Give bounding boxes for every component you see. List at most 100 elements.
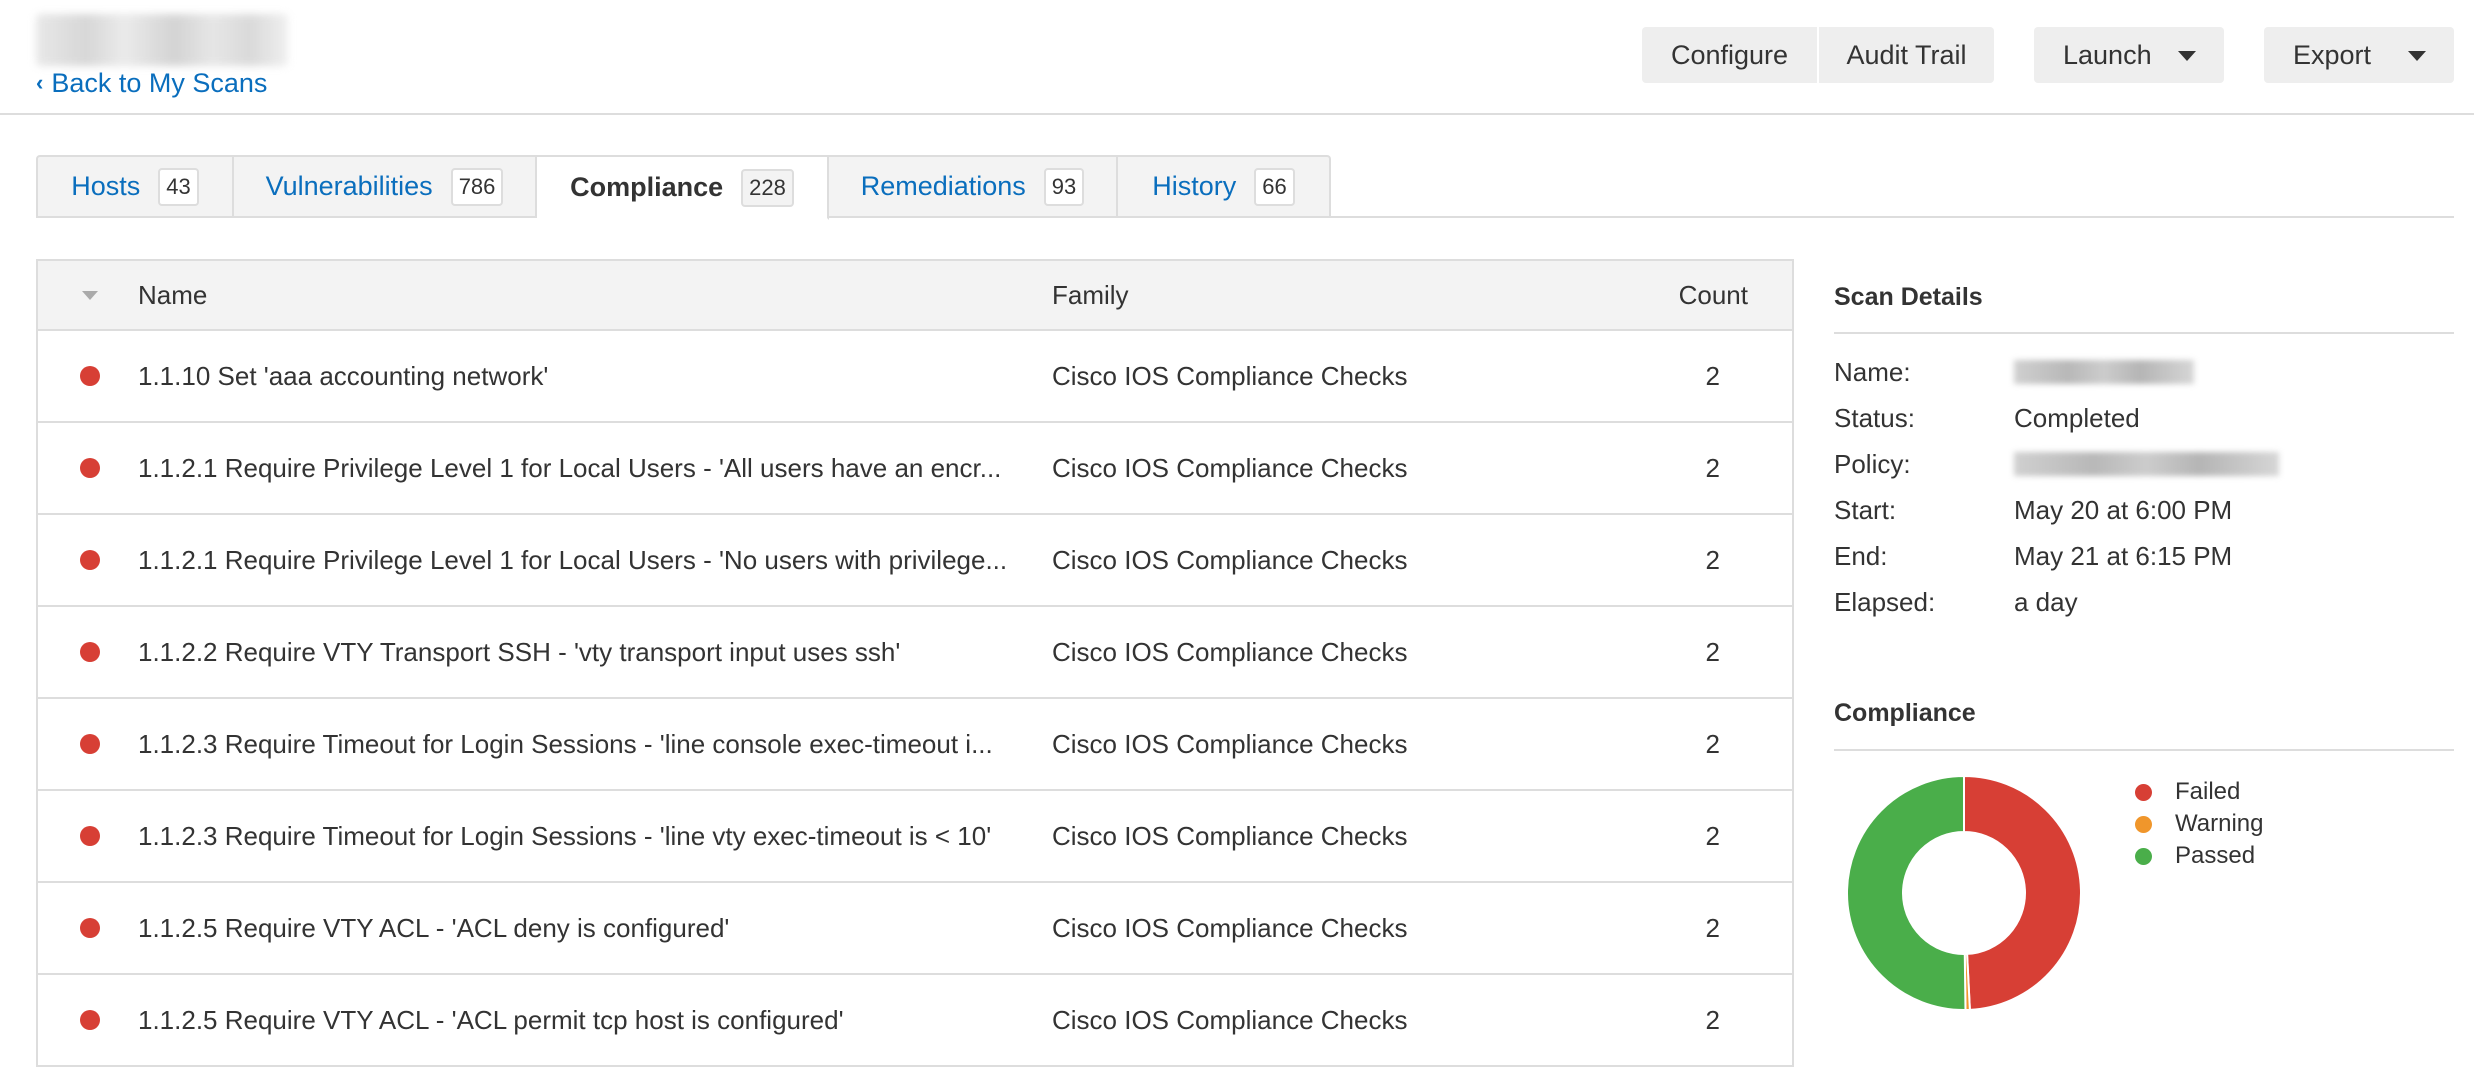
check-name: 1.1.10 Set 'aaa accounting network' (138, 360, 549, 391)
header-divider (0, 113, 2474, 115)
detail-label: Status: (1834, 402, 1915, 433)
detail-row-name: Name: (1834, 349, 2194, 395)
audit-trail-button[interactable]: Audit Trail (1819, 27, 1994, 83)
compliance-donut-chart (1846, 775, 2082, 1011)
legend-dot-icon (2135, 847, 2152, 865)
donut-slice-passed[interactable] (1846, 775, 1967, 1011)
status-failed-dot-icon (80, 550, 100, 570)
tab-label: Hosts (71, 171, 141, 201)
legend-dot-icon (2135, 783, 2152, 801)
column-header-count[interactable]: Count (1679, 261, 1748, 329)
table-row[interactable]: 1.1.2.3 Require Timeout for Login Sessio… (38, 791, 1792, 883)
compliance-chart-title: Compliance (1834, 699, 1976, 727)
tab-label: Remediations (860, 171, 1026, 201)
check-name: 1.1.2.2 Require VTY Transport SSH - 'vty… (138, 636, 901, 667)
status-failed-dot-icon (80, 826, 100, 846)
donut-slice-failed[interactable] (1963, 775, 2082, 1011)
check-count: 2 (1705, 820, 1720, 851)
check-family: Cisco IOS Compliance Checks (1052, 820, 1408, 851)
check-name: 1.1.2.3 Require Timeout for Login Sessio… (138, 820, 992, 851)
configure-button[interactable]: Configure (1642, 27, 1817, 83)
check-count: 2 (1705, 912, 1720, 943)
compliance-divider (1834, 749, 2454, 751)
tab-count-badge: 43 (158, 167, 199, 206)
table-body: 1.1.10 Set 'aaa accounting network' Cisc… (38, 331, 1792, 1067)
detail-value: a day (2014, 586, 2078, 617)
table-header: Name Family Count (38, 261, 1792, 331)
back-to-my-scans-link[interactable]: ‹ Back to My Scans (36, 68, 267, 99)
detail-value: May 20 at 6:00 PM (2014, 494, 2233, 525)
tab-vulnerabilities[interactable]: Vulnerabilities 786 (234, 155, 537, 218)
launch-label: Launch (2063, 39, 2152, 70)
table-row[interactable]: 1.1.2.1 Require Privilege Level 1 for Lo… (38, 423, 1792, 515)
launch-dropdown-button[interactable]: Launch (2034, 27, 2224, 83)
compliance-table: Name Family Count 1.1.10 Set 'aaa accoun… (36, 259, 1794, 1067)
legend-item-failed[interactable]: Failed (2130, 776, 2263, 808)
check-count: 2 (1705, 452, 1720, 483)
table-row[interactable]: 1.1.10 Set 'aaa accounting network' Cisc… (38, 331, 1792, 423)
tab-count-badge: 786 (450, 167, 504, 206)
legend-item-warning[interactable]: Warning (2130, 808, 2263, 840)
detail-label: Elapsed: (1834, 586, 1936, 617)
scan-details-title: Scan Details (1834, 283, 1983, 311)
check-family: Cisco IOS Compliance Checks (1052, 360, 1408, 391)
tab-compliance[interactable]: Compliance 228 (537, 155, 829, 220)
tab-history[interactable]: History 66 (1118, 155, 1331, 218)
detail-row-policy: Policy: (1834, 441, 2279, 487)
check-count: 2 (1705, 360, 1720, 391)
table-row[interactable]: 1.1.2.5 Require VTY ACL - 'ACL deny is c… (38, 883, 1792, 975)
tab-hosts[interactable]: Hosts 43 (36, 155, 234, 218)
column-header-name[interactable]: Name (138, 261, 207, 329)
status-failed-dot-icon (80, 734, 100, 754)
table-row[interactable]: 1.1.2.3 Require Timeout for Login Sessio… (38, 699, 1792, 791)
tab-label: Compliance (570, 172, 724, 202)
tab-remediations[interactable]: Remediations 93 (829, 155, 1118, 218)
scan-title-redacted (36, 14, 288, 66)
table-row[interactable]: 1.1.2.2 Require VTY Transport SSH - 'vty… (38, 607, 1792, 699)
detail-label: End: (1834, 540, 1888, 571)
detail-row-start: Start: May 20 at 6:00 PM (1834, 487, 2232, 533)
sort-down-icon (82, 290, 98, 300)
column-header-family[interactable]: Family (1052, 261, 1129, 329)
legend-label: Warning (2175, 810, 2264, 837)
export-label: Export (2293, 39, 2372, 70)
check-count: 2 (1705, 728, 1720, 759)
check-family: Cisco IOS Compliance Checks (1052, 1004, 1408, 1035)
check-family: Cisco IOS Compliance Checks (1052, 728, 1408, 759)
detail-value: May 21 at 6:15 PM (2014, 540, 2233, 571)
detail-value: Completed (2014, 402, 2140, 433)
scan-details-divider (1834, 332, 2454, 334)
tab-label: History (1152, 171, 1237, 201)
check-family: Cisco IOS Compliance Checks (1052, 912, 1408, 943)
check-count: 2 (1705, 636, 1720, 667)
select-sort-toggle[interactable] (82, 261, 112, 329)
detail-label: Name: (1834, 356, 1911, 387)
check-family: Cisco IOS Compliance Checks (1052, 544, 1408, 575)
detail-row-elapsed: Elapsed: a day (1834, 579, 2078, 625)
status-failed-dot-icon (80, 918, 100, 938)
chevron-left-icon: ‹ (36, 69, 44, 95)
check-count: 2 (1705, 1004, 1720, 1035)
tab-count-badge: 66 (1254, 167, 1295, 206)
status-failed-dot-icon (80, 458, 100, 478)
table-row[interactable]: 1.1.2.5 Require VTY ACL - 'ACL permit tc… (38, 975, 1792, 1067)
check-name: 1.1.2.3 Require Timeout for Login Sessio… (138, 728, 993, 759)
detail-value-redacted (2014, 360, 2194, 384)
legend-dot-icon (2135, 815, 2152, 833)
status-failed-dot-icon (80, 1010, 100, 1030)
tab-bar: Hosts 43 Vulnerabilities 786 Compliance … (36, 155, 1331, 220)
table-row[interactable]: 1.1.2.1 Require Privilege Level 1 for Lo… (38, 515, 1792, 607)
caret-down-icon (2178, 51, 2196, 61)
check-name: 1.1.2.5 Require VTY ACL - 'ACL deny is c… (138, 912, 730, 943)
chart-legend: Failed Warning Passed (2130, 776, 2263, 872)
check-count: 2 (1705, 544, 1720, 575)
export-dropdown-button[interactable]: Export (2264, 27, 2454, 83)
legend-item-passed[interactable]: Passed (2130, 840, 2263, 872)
tab-label: Vulnerabilities (265, 171, 433, 201)
detail-label: Policy: (1834, 448, 1911, 479)
check-name: 1.1.2.1 Require Privilege Level 1 for Lo… (138, 452, 1002, 483)
check-family: Cisco IOS Compliance Checks (1052, 452, 1408, 483)
detail-label: Start: (1834, 494, 1897, 525)
tab-count-badge: 228 (741, 168, 794, 207)
legend-label: Failed (2175, 778, 2241, 805)
